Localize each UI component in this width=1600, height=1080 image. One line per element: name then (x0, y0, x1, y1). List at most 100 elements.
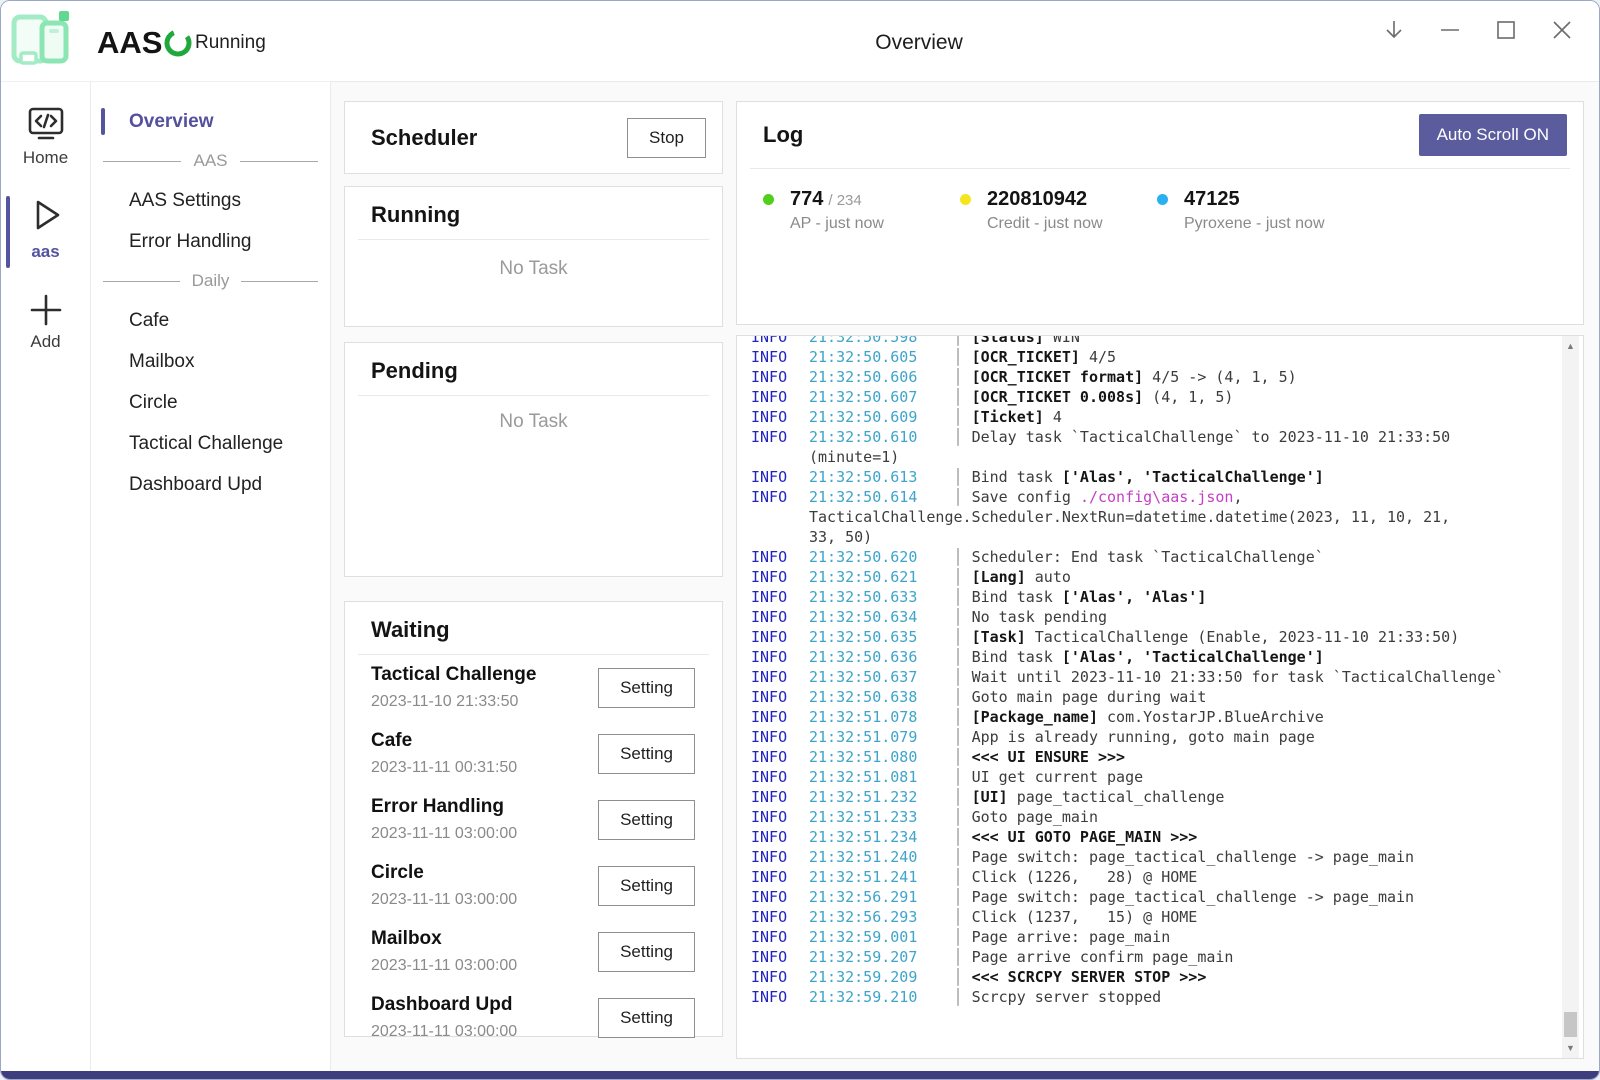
stop-button[interactable]: Stop (627, 118, 706, 158)
setting-button[interactable]: Setting (598, 734, 695, 774)
play-icon (25, 194, 67, 236)
waiting-task-row: Dashboard Upd 2023-11-11 03:00:00 Settin… (345, 985, 722, 1051)
nav-item-cafe[interactable]: Cafe (91, 300, 330, 341)
waiting-task-row: Tactical Challenge 2023-11-10 21:33:50 S… (345, 655, 722, 721)
rail-item-aas[interactable]: aas (1, 194, 90, 268)
log-entry: INFO21:32:51.233 │ Goto page_main (737, 807, 1553, 827)
scheduler-title: Scheduler (371, 125, 477, 151)
stat-ap: 774 / 234 AP - just now (763, 188, 960, 233)
running-panel: Running No Task (344, 186, 723, 327)
setting-button[interactable]: Setting (598, 866, 695, 906)
nav-item-tactical-challenge[interactable]: Tactical Challenge (91, 423, 330, 464)
log-entry: INFO21:32:56.291 │ Page switch: page_tac… (737, 887, 1553, 907)
waiting-task-row: Circle 2023-11-11 03:00:00 Setting (345, 853, 722, 919)
log-entry: INFO21:32:50.635 │ [Task] TacticalChalle… (737, 627, 1553, 647)
running-spinner-icon (163, 28, 193, 58)
stat-label: Credit - just now (987, 215, 1157, 233)
log-output-panel[interactable]: INFO21:32:50.598 │ [Status] WININFO21:32… (736, 335, 1584, 1059)
stat-label: AP - just now (790, 215, 960, 233)
log-panel: Log Auto Scroll ON 774 / 234 AP - just n… (736, 101, 1584, 325)
close-button[interactable] (1539, 7, 1585, 53)
waiting-task-time: 2023-11-11 03:00:00 (371, 1023, 517, 1041)
waiting-task-name: Cafe (371, 730, 517, 752)
stat-credit: 220810942 Credit - just now (960, 188, 1157, 233)
waiting-title: Waiting (371, 617, 696, 643)
minimize-to-tray-button[interactable] (1371, 7, 1417, 53)
rail-add-label: Add (30, 332, 60, 352)
nav-item-label: Cafe (129, 310, 169, 332)
waiting-task-name: Dashboard Upd (371, 994, 517, 1016)
rail-item-home[interactable]: Home (1, 106, 90, 168)
scrollbar-thumb[interactable] (1564, 1012, 1577, 1037)
waiting-task-time: 2023-11-10 21:33:50 (371, 693, 536, 711)
log-entry: INFO21:32:59.207 │ Page arrive confirm p… (737, 947, 1553, 967)
rail-home-label: Home (23, 148, 68, 168)
nav-item-aas-settings[interactable]: AAS Settings (91, 180, 330, 221)
resource-stats: 774 / 234 AP - just now 220810942 Credit… (737, 169, 1583, 233)
scheduler-panel: Scheduler Stop (344, 101, 723, 174)
page-title: Overview (875, 31, 963, 55)
scroll-down-icon[interactable]: ▼ (1562, 1043, 1579, 1053)
log-entry: INFO21:32:59.210 │ Scrcpy server stopped (737, 987, 1553, 1007)
setting-button[interactable]: Setting (598, 800, 695, 840)
log-scrollbar[interactable]: ▲ ▼ (1562, 336, 1579, 1058)
waiting-task-time: 2023-11-11 03:00:00 (371, 891, 517, 909)
minimize-icon (1439, 19, 1461, 41)
maximize-icon (1495, 19, 1517, 41)
app-rail: Home aas Add (1, 81, 91, 1071)
log-entry: INFO21:32:50.605 │ [OCR_TICKET] 4/5 (737, 347, 1553, 367)
log-entry: INFO21:32:50.607 │ [OCR_TICKET 0.008s] (… (737, 387, 1553, 407)
log-entry: INFO21:32:51.241 │ Click (1226, 28) @ HO… (737, 867, 1553, 887)
log-entry: INFO21:32:50.634 │ No task pending (737, 607, 1553, 627)
setting-button[interactable]: Setting (598, 998, 695, 1038)
nav-section-label: Daily (192, 271, 230, 291)
setting-button[interactable]: Setting (598, 668, 695, 708)
log-entry: INFO21:32:51.080 │ <<< UI ENSURE >>> (737, 747, 1553, 767)
log-entry: INFO21:32:50.614 │ Save config ./config\… (737, 487, 1553, 547)
rail-item-add[interactable]: Add (1, 294, 90, 352)
log-entry: INFO21:32:50.598 │ [Status] WIN (737, 335, 1553, 347)
pending-panel: Pending No Task (344, 342, 723, 577)
scroll-up-icon[interactable]: ▲ (1562, 341, 1579, 351)
active-indicator (6, 196, 10, 268)
nav-section-label: AAS (193, 151, 227, 171)
log-entry: INFO21:32:50.620 │ Scheduler: End task `… (737, 547, 1553, 567)
log-entry: INFO21:32:59.001 │ Page arrive: page_mai… (737, 927, 1553, 947)
log-entry: INFO21:32:56.293 │ Click (1237, 15) @ HO… (737, 907, 1553, 927)
setting-button[interactable]: Setting (598, 932, 695, 972)
nav-item-mailbox[interactable]: Mailbox (91, 341, 330, 382)
minimize-button[interactable] (1427, 7, 1473, 53)
log-entry: INFO21:32:51.232 │ [UI] page_tactical_ch… (737, 787, 1553, 807)
log-entry: INFO21:32:51.079 │ App is already runnin… (737, 727, 1553, 747)
stat-value: 220810942 (987, 188, 1087, 211)
nav-item-error-handling[interactable]: Error Handling (91, 221, 330, 262)
close-icon (1551, 19, 1573, 41)
nav-item-circle[interactable]: Circle (91, 382, 330, 423)
main-content: Scheduler Stop Running No Task Pending N… (331, 81, 1599, 1071)
waiting-task-row: Mailbox 2023-11-11 03:00:00 Setting (345, 919, 722, 985)
window-controls (1371, 7, 1585, 53)
auto-scroll-button[interactable]: Auto Scroll ON (1419, 114, 1567, 156)
scheduler-status-text: Running (195, 32, 266, 54)
maximize-button[interactable] (1483, 7, 1529, 53)
stat-pyroxene: 47125 Pyroxene - just now (1157, 188, 1354, 233)
nav-section-daily: Daily (91, 262, 330, 300)
nav-item-overview[interactable]: Overview (91, 101, 330, 142)
nav-menu: Overview AAS AAS Settings Error Handling… (91, 81, 331, 1071)
log-entry: INFO21:32:51.240 │ Page switch: page_tac… (737, 847, 1553, 867)
log-entry: INFO21:32:51.078 │ [Package_name] com.Yo… (737, 707, 1553, 727)
log-title: Log (763, 122, 803, 148)
waiting-task-name: Mailbox (371, 928, 517, 950)
waiting-task-time: 2023-11-11 03:00:00 (371, 957, 517, 975)
log-entry: INFO21:32:51.234 │ <<< UI GOTO PAGE_MAIN… (737, 827, 1553, 847)
log-output: INFO21:32:50.598 │ [Status] WININFO21:32… (737, 335, 1583, 1007)
log-entry: INFO21:32:50.606 │ [OCR_TICKET format] 4… (737, 367, 1553, 387)
pending-empty-text: No Task (345, 411, 722, 433)
waiting-task-name: Circle (371, 862, 517, 884)
plus-icon (28, 294, 64, 326)
nav-item-dashboard-upd[interactable]: Dashboard Upd (91, 464, 330, 505)
pending-title: Pending (371, 358, 696, 384)
stat-label: Pyroxene - just now (1184, 215, 1354, 233)
stat-value: 774 (790, 188, 823, 211)
pyroxene-dot-icon (1157, 194, 1168, 205)
